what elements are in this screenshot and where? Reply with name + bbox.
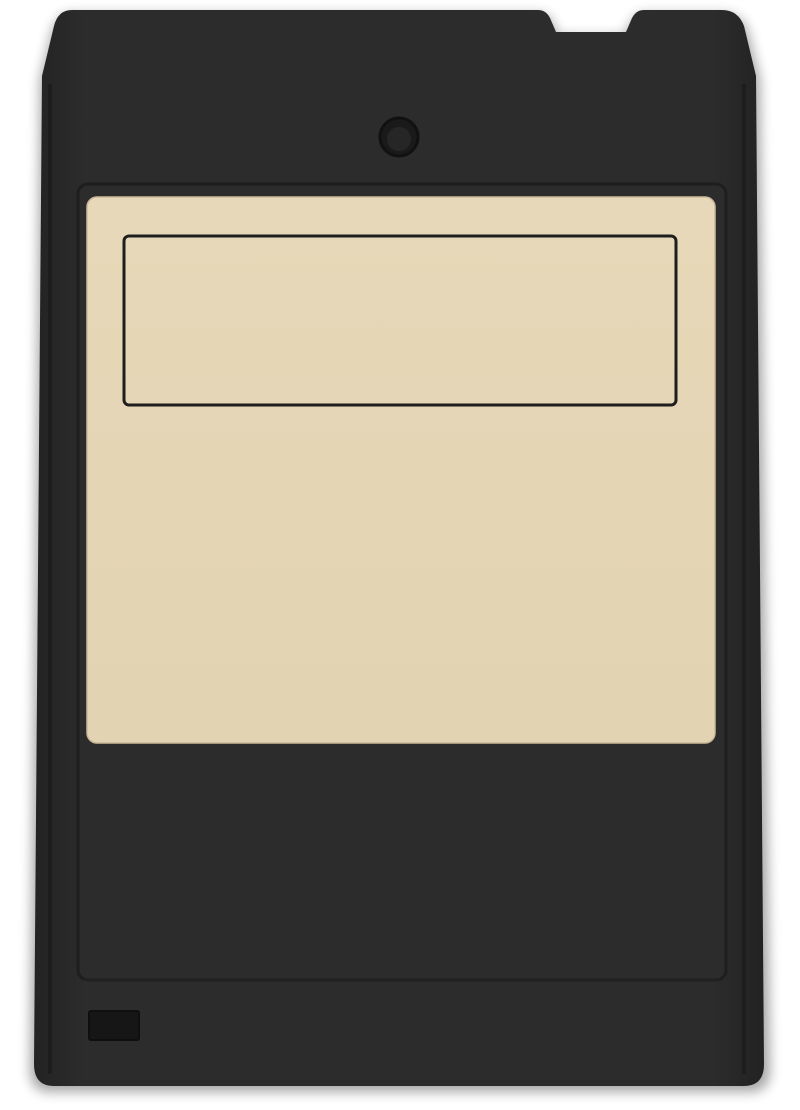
- rectangular-slot-icon: [88, 1010, 140, 1041]
- label-title-text: [128, 240, 672, 400]
- left-rail: [48, 84, 52, 1074]
- right-rail: [742, 84, 746, 1074]
- cartridge-illustration: [30, 10, 770, 1092]
- cartridge-scene: [0, 0, 800, 1110]
- circle-hole-highlight: [387, 127, 411, 151]
